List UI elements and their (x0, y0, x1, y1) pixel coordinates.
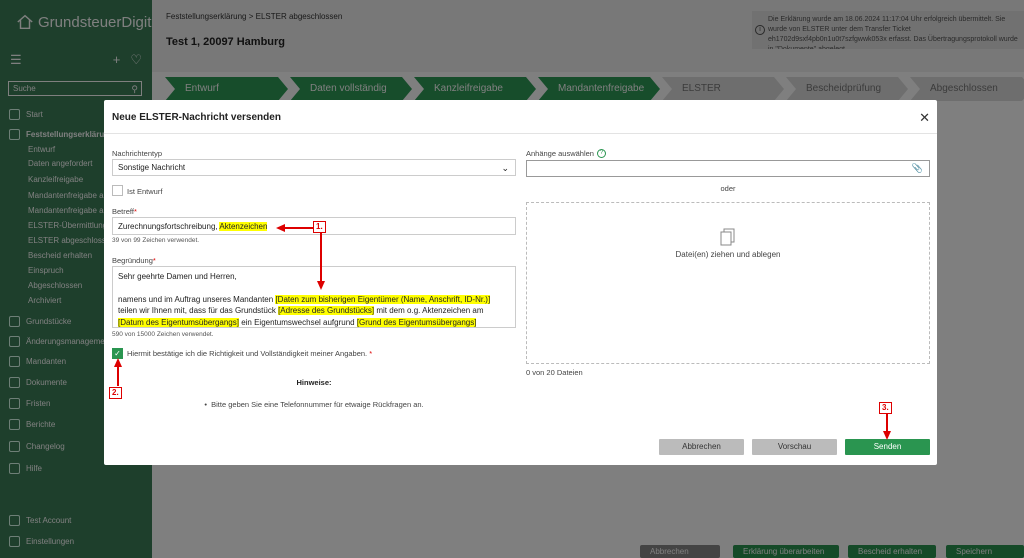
attachments-label-text: Anhänge auswählen (526, 149, 594, 158)
reason-text: mit dem o.g. Aktenzeichen am (374, 306, 484, 315)
reason-placeholder: [Datum des Eigentumsübergangs] (118, 317, 239, 327)
marker-1: 1. (313, 221, 326, 233)
reason-greeting: Sehr geehrte Damen und Herren, (118, 272, 237, 281)
chevron-down-icon: ⌄ (501, 163, 509, 173)
marker-3: 3. (879, 402, 892, 414)
message-type-value: Sonstige Nachricht (118, 163, 186, 172)
dialog-title: Neue ELSTER-Nachricht versenden (112, 112, 281, 123)
marker-arrowhead-3-down (883, 431, 891, 440)
reason-label-text: Begründung (112, 256, 153, 265)
reason-label: Begründung* (112, 256, 156, 265)
reason-text: ein Eigentumswechsel aufgrund (238, 317, 357, 327)
marker-arrow-3 (886, 414, 888, 432)
marker-arrow-1-vertical (320, 233, 322, 281)
cancel-button[interactable]: Abbrechen (659, 439, 744, 455)
attachments-label: Anhänge auswählen? (526, 149, 606, 158)
draft-label: Ist Entwurf (127, 187, 163, 196)
reason-placeholder: [Grund des Eigentumsübergangs] (356, 317, 477, 327)
draft-checkbox[interactable] (112, 185, 123, 196)
marker-arrow-2 (117, 366, 119, 386)
subject-label-text: Betreff (112, 207, 134, 216)
file-dropzone[interactable]: Datei(en) ziehen und ablegen (526, 202, 930, 364)
elster-message-dialog: Neue ELSTER-Nachricht versenden ✕ Nachri… (104, 100, 937, 465)
subject-text: Zurechnungsfortschreibung, (118, 222, 220, 231)
close-icon[interactable]: ✕ (919, 110, 930, 126)
marker-arrowhead-2-up (114, 358, 122, 367)
reason-placeholder: [Adresse des Grundstücks] (278, 306, 375, 315)
reason-placeholder: [Daten zum bisherigen Eigentümer (Name, … (275, 294, 491, 304)
preview-button[interactable]: Vorschau (752, 439, 837, 455)
hint-text: Bitte geben Sie eine Telefonnummer für e… (211, 400, 424, 409)
subject-char-count: 39 von 99 Zeichen verwendet. (112, 237, 200, 244)
subject-highlight: Aktenzeichen (219, 222, 268, 231)
hint-item: • Bitte geben Sie eine Telefonnummer für… (204, 400, 424, 409)
marker-arrowhead-1-down (317, 281, 325, 290)
marker-arrow-1-horizontal (285, 227, 313, 229)
dropzone-text: Datei(en) ziehen und ablegen (675, 250, 781, 259)
or-text: oder (720, 184, 736, 193)
reason-text: namens und im Auftrag unseres Mandanten (118, 294, 276, 304)
marker-2: 2. (109, 387, 122, 399)
send-button[interactable]: Senden (845, 439, 930, 455)
message-type-label: Nachrichtentyp (112, 149, 163, 158)
dialog-divider (104, 133, 937, 134)
reason-char-count: 590 von 15000 Zeichen verwendet. (112, 331, 214, 338)
message-type-select[interactable]: Sonstige Nachricht ⌄ (112, 159, 516, 176)
paperclip-icon: 📎 (911, 163, 923, 173)
reason-text: teilen wir Ihnen mit, dass für das Grund… (118, 306, 279, 315)
files-icon (527, 227, 929, 247)
file-count: 0 von 20 Dateien (526, 368, 583, 377)
attachment-input[interactable]: 📎 (526, 160, 930, 177)
confirm-label-text: Hiermit bestätige ich die Richtigkeit un… (127, 349, 368, 358)
reason-textarea[interactable]: Sehr geehrte Damen und Herren, namens un… (112, 266, 516, 328)
confirm-label: Hiermit bestätige ich die Richtigkeit un… (127, 349, 373, 358)
help-circle-icon[interactable]: ? (596, 149, 606, 158)
marker-arrowhead-1-left (276, 224, 285, 232)
subject-label: Betreff* (112, 207, 137, 216)
reason-body: namens und im Auftrag unseres Mandanten … (118, 294, 510, 328)
hints-title: Hinweise: (296, 378, 332, 387)
